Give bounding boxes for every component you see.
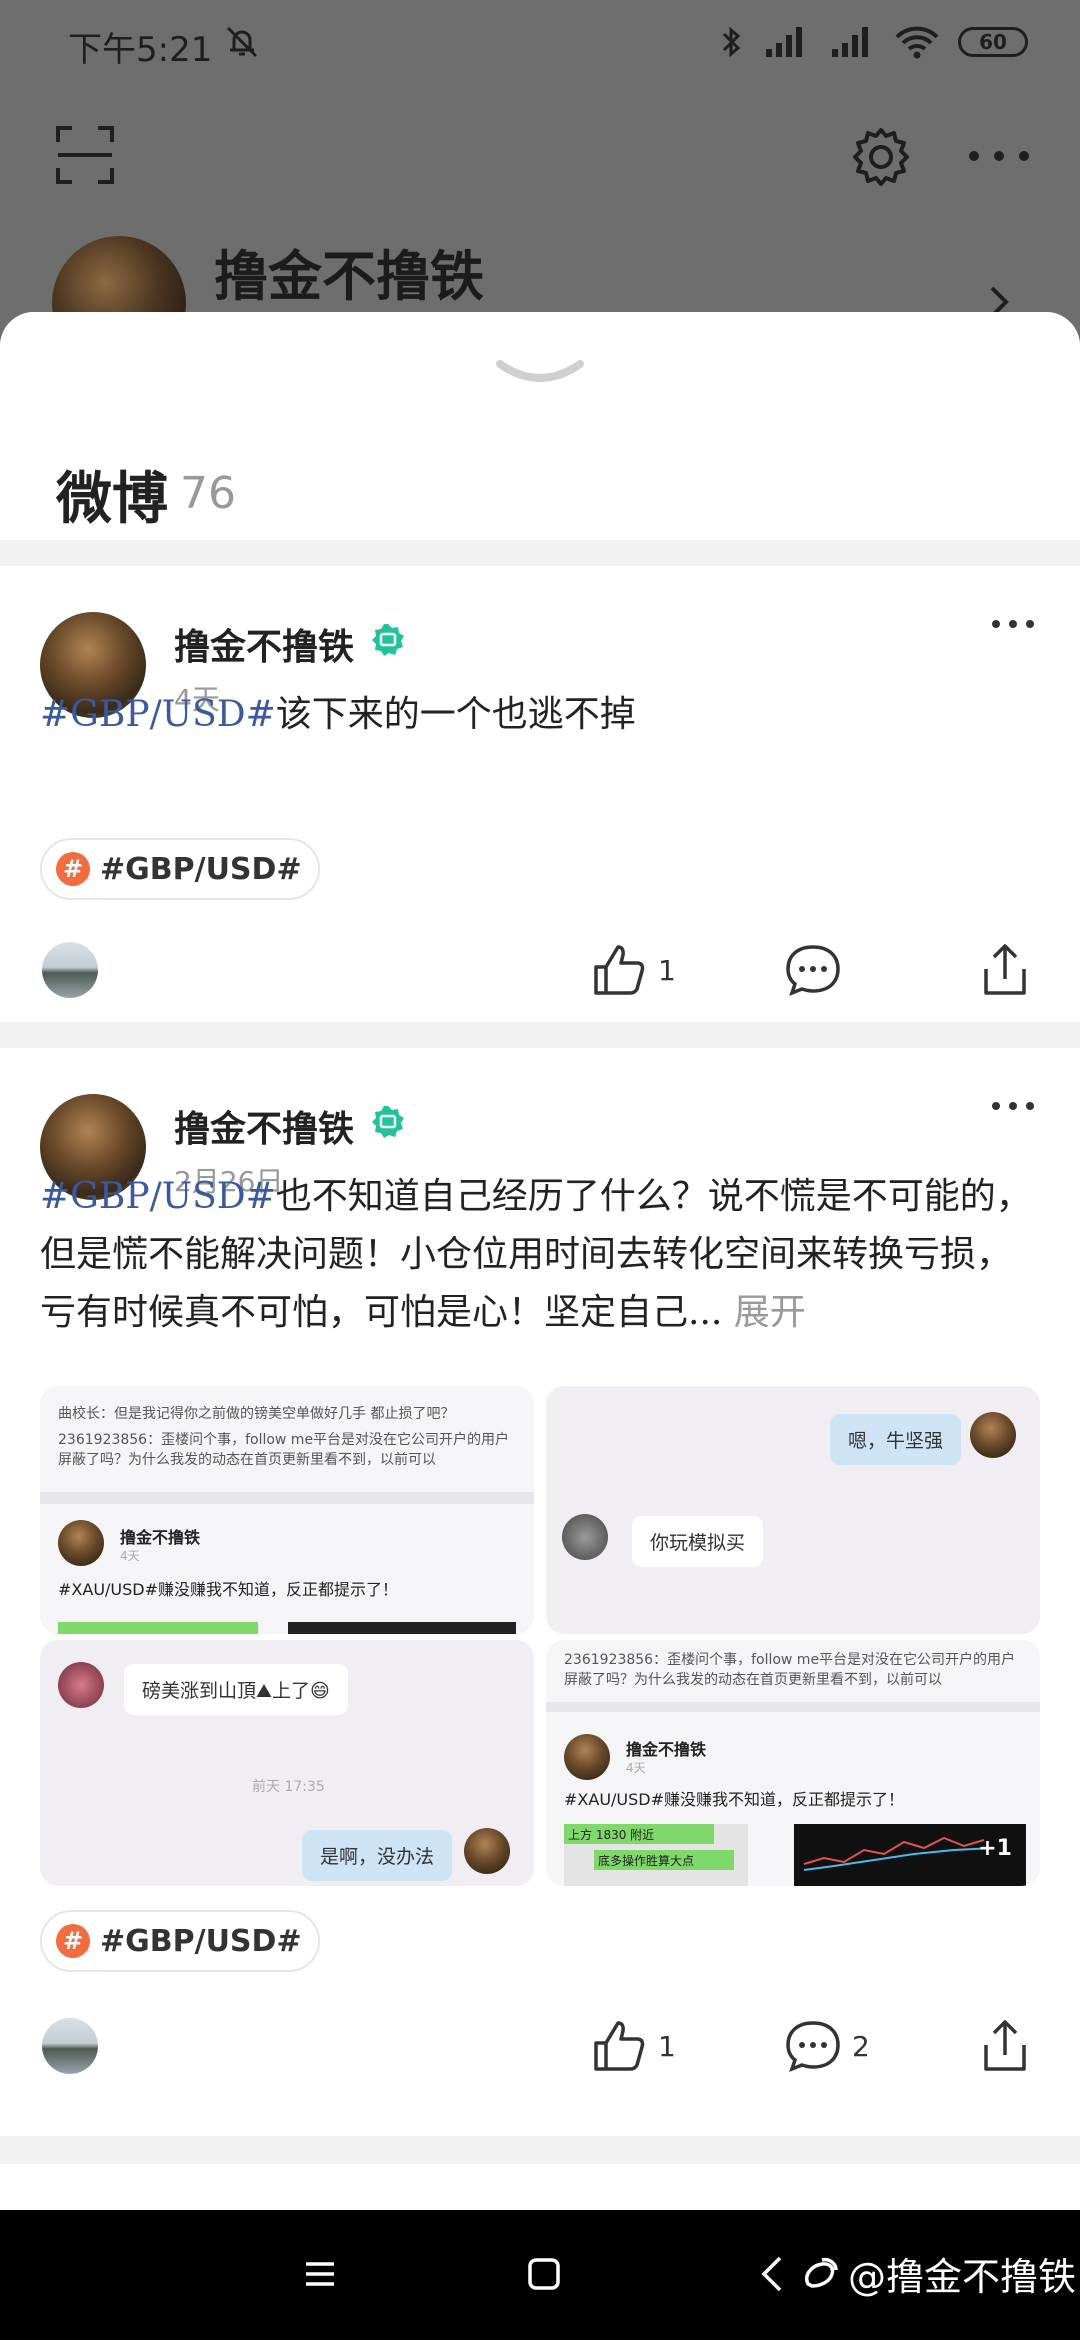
comment-button[interactable]: 2 (784, 2016, 870, 2076)
post-image[interactable]: 曲校长：但是我记得你之前做的镑美空单做好几手 都止损了吧？ 2361923856… (40, 1386, 534, 1634)
collapse-chevron-icon[interactable] (494, 356, 586, 392)
signal-icon (766, 27, 802, 57)
hashtag-link[interactable]: #GBP/USD# (40, 694, 276, 735)
image-text: 2361923856：歪楼问个事，follow me平台是对没在它公司开户的用户 (564, 1652, 1016, 1668)
comment-icon (786, 2021, 840, 2073)
verified-badge-icon (372, 624, 404, 656)
image-strip (288, 1622, 516, 1634)
author-name[interactable]: 撸金不撸铁 (174, 1100, 354, 1152)
image-text: 曲校长：但是我记得你之前做的镑美空单做好几手 都止损了吧？ (58, 1406, 455, 1422)
chat-time: 前天 17:35 (252, 1779, 325, 1795)
image-author: 撸金不撸铁 (626, 1740, 707, 1759)
image-text: #XAU/USD#赚没赚我不知道，反正都提示了！ (58, 1580, 399, 1599)
system-nav-bar: @撸金不撸铁 (0, 2210, 1080, 2340)
watermark-text: @撸金不撸铁 (848, 2255, 1077, 2299)
sheet-title: 微博 (56, 467, 168, 532)
settings-gear-icon[interactable] (848, 124, 914, 190)
image-label: 底多操作胜算大点 (594, 1850, 734, 1870)
post-text: #GBP/USD#也不知道自己经历了什么？说不慌是不可能的，但是慌不能解决问题！… (40, 1168, 1040, 1342)
image-avatar (58, 1520, 104, 1566)
image-date: 4天 (626, 1761, 646, 1775)
chat-bubble: 嗯，牛坚强 (830, 1414, 962, 1465)
image-text: 屏蔽了吗？为什么我发的动态在首页更新里看不到，以前可以 (564, 1672, 942, 1688)
status-time: 下午5:21 (68, 30, 213, 70)
more-images-count: +1 (978, 1836, 1012, 1861)
weibo-sheet: 微博 76 撸金不撸铁 4天 #GBP/USD#该下来的一个也逃不掉 # #GB… (0, 312, 1080, 2210)
liker-avatar[interactable] (42, 2018, 98, 2074)
watermark: @撸金不撸铁 (800, 2246, 1076, 2301)
bluetooth-icon (722, 26, 741, 58)
hashtag-link[interactable]: #GBP/USD# (40, 1176, 276, 1217)
topic-chip[interactable]: # #GBP/USD# (40, 838, 320, 900)
chat-bubble: 磅美涨到山頂⛰上了😄 (124, 1664, 348, 1715)
image-avatar (464, 1828, 510, 1874)
profile-top-bar (0, 110, 1080, 230)
liker-avatar[interactable] (42, 942, 98, 998)
image-avatar (970, 1412, 1016, 1458)
image-text: 屏蔽了吗？为什么我发的动态在首页更新里看不到，以前可以 (58, 1452, 436, 1468)
like-button[interactable]: 1 (590, 2016, 676, 2076)
image-strip (58, 1622, 258, 1634)
chat-bubble: 你玩模拟买 (632, 1516, 764, 1567)
post-text: #GBP/USD#该下来的一个也逃不掉 (40, 686, 1040, 744)
post-more-icon[interactable] (990, 1098, 1036, 1114)
wifi-icon (895, 26, 939, 59)
menu-icon[interactable] (302, 2256, 338, 2292)
scan-icon[interactable] (54, 124, 116, 186)
share-button[interactable] (976, 940, 1034, 1000)
post-more-icon[interactable] (990, 616, 1036, 632)
post-body: 该下来的一个也逃不掉 (275, 694, 636, 735)
image-text: 2361923856：歪楼问个事，follow me平台是对没在它公司开户的用户 (58, 1432, 510, 1448)
topic-chip[interactable]: # #GBP/USD# (40, 1910, 320, 1972)
weibo-logo-icon (805, 2257, 838, 2288)
verified-badge-icon (372, 1106, 404, 1138)
like-button[interactable]: 1 (590, 940, 676, 1000)
image-label: 上方 1830 附近 (564, 1824, 714, 1844)
hashtag-icon: # (56, 1924, 90, 1958)
image-avatar (58, 1662, 104, 1708)
expand-link[interactable]: 展开 (734, 1292, 806, 1333)
image-avatar (564, 1734, 610, 1780)
post-image[interactable]: 2361923856：歪楼问个事，follow me平台是对没在它公司开户的用户… (546, 1640, 1040, 1886)
thumbs-up-icon (594, 2021, 645, 2071)
comment-button[interactable] (784, 940, 852, 1000)
signal-hd-icon (832, 27, 868, 57)
image-author: 撸金不撸铁 (120, 1528, 201, 1547)
status-bar: 下午5:21 60 (0, 0, 1080, 96)
like-count: 1 (658, 2029, 676, 2063)
hashtag-icon: # (56, 852, 90, 886)
profile-name: 撸金不撸铁 (214, 245, 484, 308)
post-card[interactable]: 撸金不撸铁 4天 #GBP/USD#该下来的一个也逃不掉 # #GBP/USD#… (0, 566, 1080, 1022)
post-image[interactable]: 磅美涨到山頂⛰上了😄 前天 17:35 是啊，没办法 (40, 1640, 534, 1886)
image-panel: 上方 1830 附近 底多操作胜算大点 (564, 1824, 748, 1886)
share-icon (984, 944, 1026, 995)
mute-bell-icon (226, 26, 258, 58)
divider (546, 1702, 1040, 1712)
chat-bubble: 是啊，没办法 (302, 1830, 453, 1881)
chart-thumbnail: +1 (794, 1824, 1026, 1886)
image-avatar (562, 1514, 608, 1560)
sheet-header: 微博 76 (0, 312, 1080, 540)
battery-indicator: 60 (958, 27, 1028, 57)
post-image[interactable]: 嗯，牛坚强 你玩模拟买 (546, 1386, 1040, 1634)
post-card[interactable]: 撸金不撸铁 2月26日 #GBP/USD#也不知道自己经历了什么？说不慌是不可能… (0, 1048, 1080, 2136)
comment-icon (786, 945, 840, 997)
author-name[interactable]: 撸金不撸铁 (174, 618, 354, 670)
topic-label: #GBP/USD# (100, 1923, 302, 1959)
thumbs-up-icon (594, 945, 645, 995)
home-square-icon[interactable] (526, 2256, 562, 2292)
divider (40, 1492, 534, 1504)
image-date: 4天 (120, 1549, 140, 1563)
image-grid: 曲校长：但是我记得你之前做的镑美空单做好几手 都止损了吧？ 2361923856… (40, 1386, 1040, 1886)
comment-count: 2 (852, 2029, 870, 2063)
share-button[interactable] (976, 2016, 1034, 2076)
sheet-count: 76 (180, 468, 236, 519)
post-card-next (0, 2164, 1080, 2210)
back-arrow-icon[interactable] (760, 2254, 784, 2294)
share-icon (984, 2020, 1026, 2071)
more-options-icon[interactable] (964, 136, 1034, 176)
topic-label: #GBP/USD# (100, 851, 302, 887)
image-text: #XAU/USD#赚没赚我不知道，反正都提示了！ (564, 1790, 905, 1809)
like-count: 1 (658, 953, 676, 987)
